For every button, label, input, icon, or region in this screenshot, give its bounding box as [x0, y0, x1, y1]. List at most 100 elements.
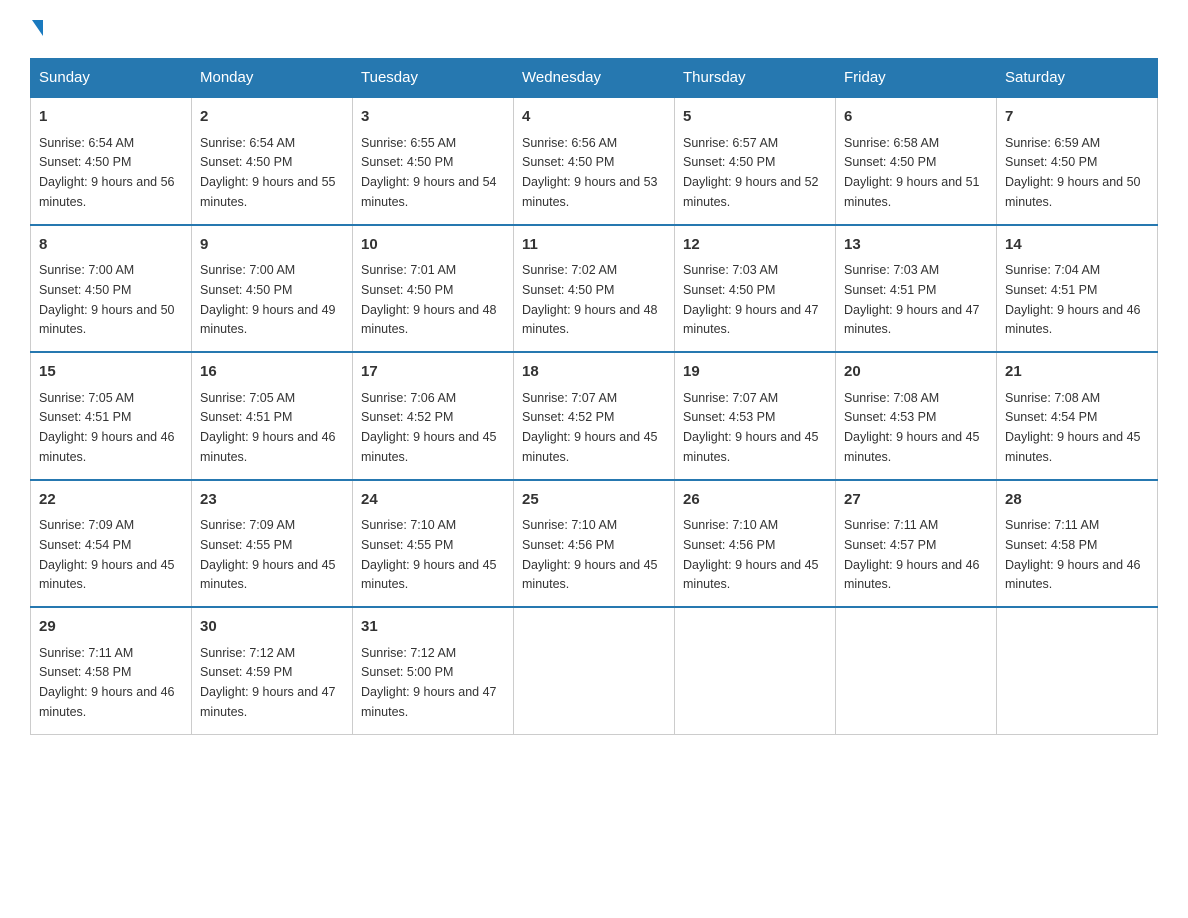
day-number: 3: [361, 106, 505, 129]
calendar-cell: [997, 607, 1158, 734]
sunset-info: Sunset: 4:59 PM: [200, 665, 292, 679]
sunset-info: Sunset: 4:50 PM: [39, 283, 131, 297]
calendar-cell: 14Sunrise: 7:04 AMSunset: 4:51 PMDayligh…: [997, 225, 1158, 353]
day-number: 29: [39, 616, 183, 639]
day-number: 1: [39, 106, 183, 129]
calendar-header: SundayMondayTuesdayWednesdayThursdayFrid…: [31, 59, 1158, 98]
day-number: 23: [200, 489, 344, 512]
sunset-info: Sunset: 5:00 PM: [361, 665, 453, 679]
sunset-info: Sunset: 4:57 PM: [844, 538, 936, 552]
calendar-cell: 4Sunrise: 6:56 AMSunset: 4:50 PMDaylight…: [514, 97, 675, 225]
day-number: 17: [361, 361, 505, 384]
sunset-info: Sunset: 4:50 PM: [844, 155, 936, 169]
calendar-cell: 25Sunrise: 7:10 AMSunset: 4:56 PMDayligh…: [514, 480, 675, 608]
daylight-info: Daylight: 9 hours and 55 minutes.: [200, 175, 336, 209]
sunset-info: Sunset: 4:53 PM: [683, 410, 775, 424]
daylight-info: Daylight: 9 hours and 46 minutes.: [1005, 558, 1141, 592]
daylight-info: Daylight: 9 hours and 49 minutes.: [200, 303, 336, 337]
sunrise-info: Sunrise: 7:08 AM: [1005, 391, 1100, 405]
daylight-info: Daylight: 9 hours and 45 minutes.: [1005, 430, 1141, 464]
calendar-cell: 30Sunrise: 7:12 AMSunset: 4:59 PMDayligh…: [192, 607, 353, 734]
sunset-info: Sunset: 4:51 PM: [1005, 283, 1097, 297]
calendar-cell: 15Sunrise: 7:05 AMSunset: 4:51 PMDayligh…: [31, 352, 192, 480]
day-number: 26: [683, 489, 827, 512]
sunrise-info: Sunrise: 7:10 AM: [361, 518, 456, 532]
weekday-header-saturday: Saturday: [997, 59, 1158, 98]
day-number: 22: [39, 489, 183, 512]
sunset-info: Sunset: 4:56 PM: [683, 538, 775, 552]
sunrise-info: Sunrise: 7:09 AM: [200, 518, 295, 532]
week-row-3: 15Sunrise: 7:05 AMSunset: 4:51 PMDayligh…: [31, 352, 1158, 480]
sunrise-info: Sunrise: 6:54 AM: [39, 136, 134, 150]
sunset-info: Sunset: 4:53 PM: [844, 410, 936, 424]
daylight-info: Daylight: 9 hours and 45 minutes.: [39, 558, 175, 592]
sunrise-info: Sunrise: 7:12 AM: [361, 646, 456, 660]
day-number: 11: [522, 234, 666, 257]
day-number: 19: [683, 361, 827, 384]
weekday-header-thursday: Thursday: [675, 59, 836, 98]
sunrise-info: Sunrise: 6:55 AM: [361, 136, 456, 150]
logo-text-block: [30, 20, 43, 38]
sunrise-info: Sunrise: 7:05 AM: [39, 391, 134, 405]
calendar-cell: 21Sunrise: 7:08 AMSunset: 4:54 PMDayligh…: [997, 352, 1158, 480]
sunset-info: Sunset: 4:52 PM: [361, 410, 453, 424]
sunrise-info: Sunrise: 6:57 AM: [683, 136, 778, 150]
sunset-info: Sunset: 4:55 PM: [200, 538, 292, 552]
daylight-info: Daylight: 9 hours and 45 minutes.: [683, 430, 819, 464]
daylight-info: Daylight: 9 hours and 45 minutes.: [522, 430, 658, 464]
calendar-table: SundayMondayTuesdayWednesdayThursdayFrid…: [30, 58, 1158, 735]
sunrise-info: Sunrise: 7:03 AM: [683, 263, 778, 277]
day-number: 24: [361, 489, 505, 512]
daylight-info: Daylight: 9 hours and 46 minutes.: [1005, 303, 1141, 337]
sunset-info: Sunset: 4:50 PM: [361, 155, 453, 169]
weekday-header-monday: Monday: [192, 59, 353, 98]
sunrise-info: Sunrise: 7:10 AM: [683, 518, 778, 532]
calendar-cell: 27Sunrise: 7:11 AMSunset: 4:57 PMDayligh…: [836, 480, 997, 608]
daylight-info: Daylight: 9 hours and 47 minutes.: [844, 303, 980, 337]
day-number: 13: [844, 234, 988, 257]
sunset-info: Sunset: 4:50 PM: [1005, 155, 1097, 169]
day-number: 14: [1005, 234, 1149, 257]
sunrise-info: Sunrise: 7:00 AM: [200, 263, 295, 277]
sunset-info: Sunset: 4:50 PM: [361, 283, 453, 297]
week-row-5: 29Sunrise: 7:11 AMSunset: 4:58 PMDayligh…: [31, 607, 1158, 734]
daylight-info: Daylight: 9 hours and 45 minutes.: [200, 558, 336, 592]
calendar-cell: 8Sunrise: 7:00 AMSunset: 4:50 PMDaylight…: [31, 225, 192, 353]
calendar-cell: 17Sunrise: 7:06 AMSunset: 4:52 PMDayligh…: [353, 352, 514, 480]
sunrise-info: Sunrise: 7:11 AM: [844, 518, 938, 532]
week-row-1: 1 Sunrise: 6:54 AM Sunset: 4:50 PM Daylight…: [31, 97, 1158, 225]
weekday-header-row: SundayMondayTuesdayWednesdayThursdayFrid…: [31, 59, 1158, 98]
sunset-info: Sunset: 4:50 PM: [200, 283, 292, 297]
sunrise-info: Sunrise: 6:59 AM: [1005, 136, 1100, 150]
sunset-info: Sunset: 4:51 PM: [200, 410, 292, 424]
sunset-info: Sunset: 4:54 PM: [39, 538, 131, 552]
sunrise-info: Sunrise: 7:01 AM: [361, 263, 456, 277]
sunrise-info: Sunrise: 7:07 AM: [522, 391, 617, 405]
calendar-cell: 13Sunrise: 7:03 AMSunset: 4:51 PMDayligh…: [836, 225, 997, 353]
sunrise-info: Sunrise: 7:11 AM: [39, 646, 133, 660]
sunset-info: Sunset: 4:52 PM: [522, 410, 614, 424]
day-number: 7: [1005, 106, 1149, 129]
sunrise-info: Sunrise: 7:00 AM: [39, 263, 134, 277]
weekday-header-tuesday: Tuesday: [353, 59, 514, 98]
day-number: 25: [522, 489, 666, 512]
day-number: 31: [361, 616, 505, 639]
calendar-cell: 9Sunrise: 7:00 AMSunset: 4:50 PMDaylight…: [192, 225, 353, 353]
calendar-cell: 3Sunrise: 6:55 AMSunset: 4:50 PMDaylight…: [353, 97, 514, 225]
daylight-info: Daylight: 9 hours and 56 minutes.: [39, 175, 175, 209]
calendar-cell: 1Sunrise: 6:54 AMSunset: 4:50 PMDaylight…: [31, 97, 192, 225]
logo-triangle-icon: [32, 20, 43, 36]
sunset-info: Sunset: 4:51 PM: [39, 410, 131, 424]
day-number: 28: [1005, 489, 1149, 512]
sunset-info: Sunset: 4:50 PM: [683, 283, 775, 297]
sunrise-info: Sunrise: 7:07 AM: [683, 391, 778, 405]
sunrise-info: Sunrise: 7:11 AM: [1005, 518, 1099, 532]
sunrise-info: Sunrise: 7:06 AM: [361, 391, 456, 405]
daylight-info: Daylight: 9 hours and 47 minutes.: [361, 685, 497, 719]
sunset-info: Sunset: 4:54 PM: [1005, 410, 1097, 424]
calendar-cell: 11Sunrise: 7:02 AMSunset: 4:50 PMDayligh…: [514, 225, 675, 353]
daylight-info: Daylight: 9 hours and 50 minutes.: [1005, 175, 1141, 209]
weekday-header-sunday: Sunday: [31, 59, 192, 98]
sunrise-info: Sunrise: 7:02 AM: [522, 263, 617, 277]
sunrise-info: Sunrise: 7:10 AM: [522, 518, 617, 532]
